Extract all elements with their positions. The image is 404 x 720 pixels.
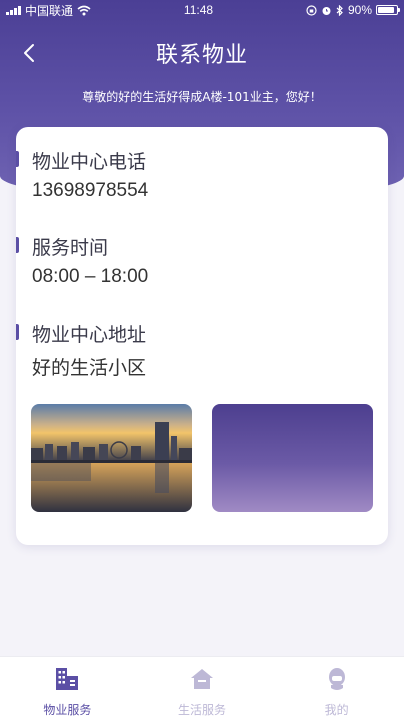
tab-label: 我的 xyxy=(324,703,349,717)
page-title: 联系物业 xyxy=(155,43,248,68)
section-marker xyxy=(16,151,19,167)
building-icon xyxy=(53,665,81,693)
carrier-label: 中国联通 xyxy=(25,3,74,18)
nav-bar: 联系物业 xyxy=(0,30,404,76)
orientation-lock-icon xyxy=(306,4,317,16)
info-card: 物业中心电话 13698978554 服务时间 08:00 – 18:00 物业… xyxy=(16,127,388,545)
hours-label: 服务时间 xyxy=(32,237,109,259)
section-marker xyxy=(16,324,19,340)
alarm-icon xyxy=(322,6,331,15)
status-time: 11:48 xyxy=(183,3,214,17)
tab-label: 物业服务 xyxy=(43,703,92,717)
greeting-text: 尊敬的好的生活好得成A楼-101业主，您好！ xyxy=(82,90,322,104)
hours-value: 08:00 – 18:00 xyxy=(32,266,149,287)
address-value: 好的生活小区 xyxy=(32,357,147,379)
tab-life-service[interactable]: 生活服务 xyxy=(135,657,270,720)
section-marker xyxy=(16,237,19,253)
status-bar: 中国联通 11:48 90% xyxy=(0,0,404,20)
phone-number[interactable]: 13698978554 xyxy=(32,180,148,202)
user-icon xyxy=(323,665,351,693)
signal-icon xyxy=(6,5,21,15)
wifi-icon xyxy=(77,5,91,15)
tab-label: 生活服务 xyxy=(178,703,227,717)
bluetooth-icon xyxy=(336,4,343,16)
tab-property-service[interactable]: 物业服务 xyxy=(0,657,135,720)
tab-mine[interactable]: 我的 xyxy=(269,657,404,720)
address-label: 物业中心地址 xyxy=(32,324,147,346)
phone-label: 物业中心电话 xyxy=(32,151,147,173)
chevron-left-icon xyxy=(24,44,34,62)
back-button[interactable] xyxy=(14,38,44,68)
battery-icon xyxy=(376,5,400,15)
gradient-image xyxy=(212,404,373,512)
tab-bar: 物业服务 生活服务 我的 xyxy=(0,656,404,720)
battery-percent: 90% xyxy=(347,3,372,17)
home-icon xyxy=(188,665,216,693)
city-photo xyxy=(31,404,192,512)
